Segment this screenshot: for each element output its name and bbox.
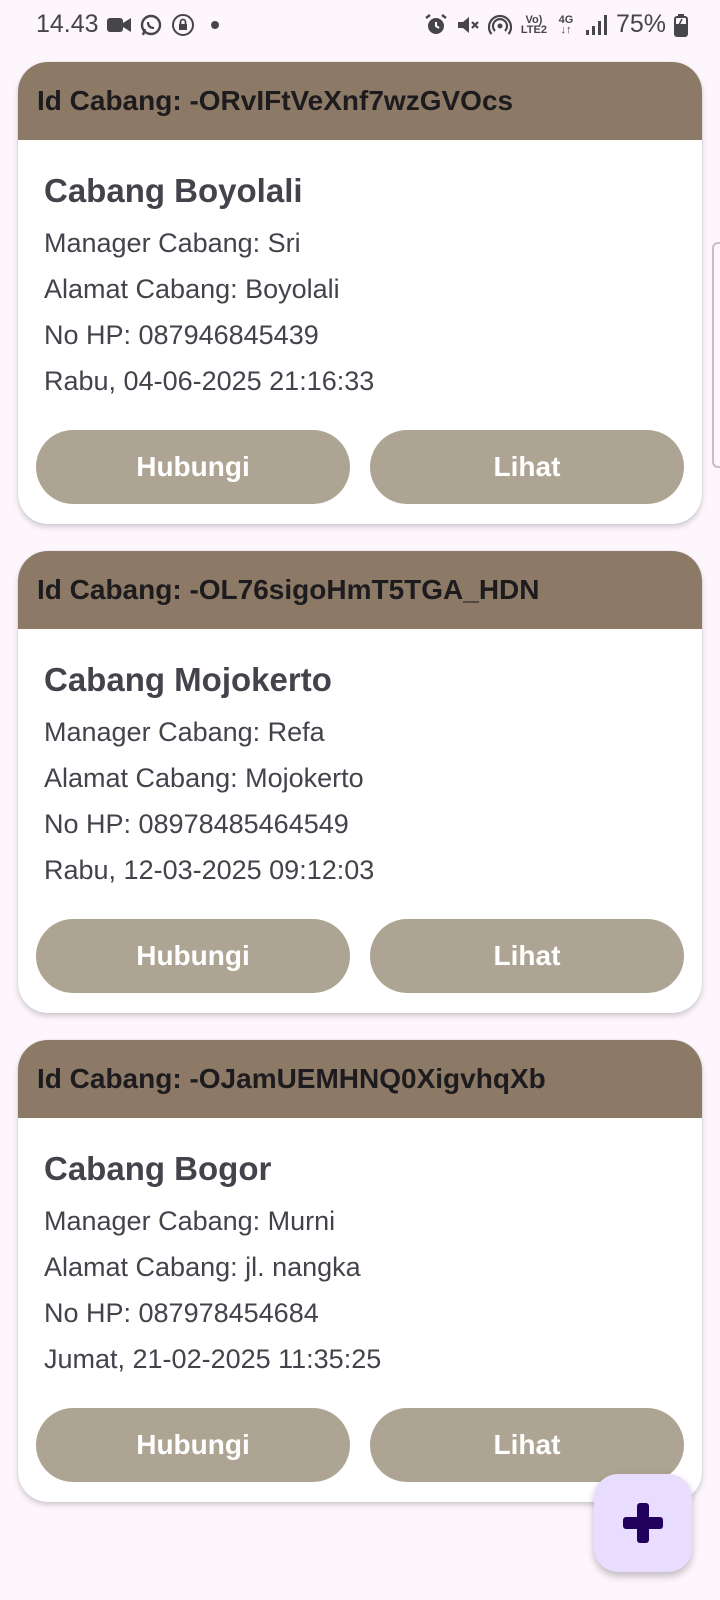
branch-name: Cabang Mojokerto: [44, 661, 332, 698]
video-call-icon: [106, 13, 131, 37]
whatsapp-icon: [139, 13, 163, 37]
branch-datetime: Rabu, 12-03-2025 09:12:03: [44, 855, 375, 885]
alarm-icon: [424, 13, 448, 37]
card-actions: Hubungi Lihat: [36, 430, 684, 504]
branch-card: Id Cabang: -OL76sigoHmT5TGA_HDN Cabang M…: [18, 551, 702, 1013]
volte-indicator: Vo) LTE2: [520, 13, 548, 37]
branch-name: Cabang Boyolali: [44, 172, 303, 209]
contact-button[interactable]: Hubungi: [36, 1408, 350, 1482]
notification-dot-icon: [203, 13, 227, 37]
branch-address: Alamat Cabang: Mojokerto: [44, 763, 364, 793]
data-4g-indicator: 4G ↓↑: [556, 13, 576, 37]
branch-address: Alamat Cabang: jl. nangka: [44, 1252, 361, 1282]
signal-icon: [584, 13, 608, 37]
battery-charging-icon: [674, 13, 688, 37]
plus-icon: [623, 1503, 663, 1543]
scroll-indicator[interactable]: [712, 242, 720, 468]
branch-id-header: Id Cabang: -ORvIFtVeXnf7wzGVOcs: [18, 62, 702, 140]
contact-button[interactable]: Hubungi: [36, 430, 350, 504]
mute-icon: [456, 13, 480, 37]
branch-phone: No HP: 087978454684: [44, 1298, 319, 1328]
branch-datetime: Jumat, 21-02-2025 11:35:25: [44, 1344, 382, 1374]
contact-button[interactable]: Hubungi: [36, 919, 350, 993]
branch-address: Alamat Cabang: Boyolali: [44, 274, 340, 304]
branch-card: Id Cabang: -ORvIFtVeXnf7wzGVOcs Cabang B…: [18, 62, 702, 524]
branch-phone: No HP: 087946845439: [44, 320, 319, 350]
network-type-label: 4G: [558, 13, 574, 26]
data-arrows-icon: ↓↑: [560, 23, 572, 36]
status-bar-left: 14.43: [36, 10, 227, 39]
view-button[interactable]: Lihat: [370, 1408, 684, 1482]
branch-name: Cabang Bogor: [44, 1150, 272, 1187]
branch-card: Id Cabang: -OJamUEMHNQ0XigvhqXb Cabang B…: [18, 1040, 702, 1502]
branch-manager: Manager Cabang: Murni: [44, 1206, 336, 1236]
branch-manager: Manager Cabang: Refa: [44, 717, 325, 747]
branch-details: Cabang Mojokerto Manager Cabang: Refa Al…: [18, 629, 702, 893]
battery-percent: 75%: [615, 10, 666, 38]
vpn-lock-icon: [171, 13, 195, 37]
branch-manager: Manager Cabang: Sri: [44, 228, 301, 258]
lte-label: LTE2: [520, 23, 547, 36]
branch-id-header: Id Cabang: -OJamUEMHNQ0XigvhqXb: [18, 1040, 702, 1118]
branch-datetime: Rabu, 04-06-2025 21:16:33: [44, 366, 375, 396]
branch-id-header: Id Cabang: -OL76sigoHmT5TGA_HDN: [18, 551, 702, 629]
card-actions: Hubungi Lihat: [36, 919, 684, 993]
branch-phone: No HP: 08978485464549: [44, 809, 349, 839]
status-bar-right: Vo) LTE2 4G ↓↑ 75%: [424, 10, 688, 39]
branch-details: Cabang Boyolali Manager Cabang: Sri Alam…: [18, 140, 702, 404]
hotspot-icon: [487, 13, 512, 37]
branch-details: Cabang Bogor Manager Cabang: Murni Alama…: [18, 1118, 702, 1382]
status-bar: 14.43 Vo) LTE2 4G ↓↑ 75%: [0, 0, 720, 52]
card-actions: Hubungi Lihat: [36, 1408, 684, 1482]
view-button[interactable]: Lihat: [370, 919, 684, 993]
add-branch-button[interactable]: [594, 1474, 692, 1572]
view-button[interactable]: Lihat: [370, 430, 684, 504]
volte-label: Vo): [525, 13, 543, 26]
status-time: 14.43: [36, 10, 99, 38]
